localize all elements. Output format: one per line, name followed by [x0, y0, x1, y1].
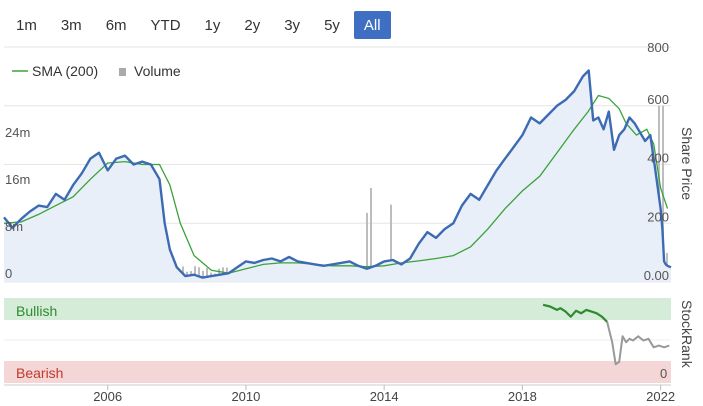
price-tick-2: 400 — [647, 151, 669, 166]
x-tick-label-2: 2014 — [370, 389, 399, 404]
legend: SMA (200) Volume — [12, 63, 181, 79]
price-area-fill — [4, 70, 671, 282]
stockrank-axis-label: StockRank — [679, 300, 695, 369]
legend-volume-label: Volume — [134, 63, 181, 79]
price-tick-0: 800 — [647, 40, 669, 55]
x-tick-label-0: 2006 — [93, 389, 122, 404]
stockrank-line-later — [606, 321, 670, 366]
x-tick-label-3: 2018 — [508, 389, 537, 404]
bearish-band — [4, 361, 671, 383]
volume-tick-0: 24m — [5, 125, 30, 140]
volume-tick-3: 0 — [5, 266, 12, 281]
bearish-label: Bearish — [16, 365, 63, 381]
stockrank-zero-tick: 0 — [660, 366, 667, 381]
bullish-label: Bullish — [16, 303, 57, 319]
stock-chart[interactable]: SMA (200) Volume 800 600 400 200 0.00 24m 16m… — [0, 0, 703, 406]
price-axis-label: Share Price — [679, 127, 695, 200]
x-axis-ticks: 2006 2010 2014 2018 2022 — [93, 385, 675, 404]
x-tick-label-4: 2022 — [646, 389, 675, 404]
volume-tick-1: 16m — [5, 172, 30, 187]
price-tick-1: 600 — [647, 92, 669, 107]
x-tick-label-1: 2010 — [231, 389, 260, 404]
price-tick-4: 0.00 — [644, 268, 669, 283]
legend-volume-swatch — [119, 68, 126, 76]
price-tick-3: 200 — [647, 209, 669, 224]
legend-sma-label: SMA (200) — [32, 63, 98, 79]
volume-tick-2: 8m — [5, 219, 23, 234]
